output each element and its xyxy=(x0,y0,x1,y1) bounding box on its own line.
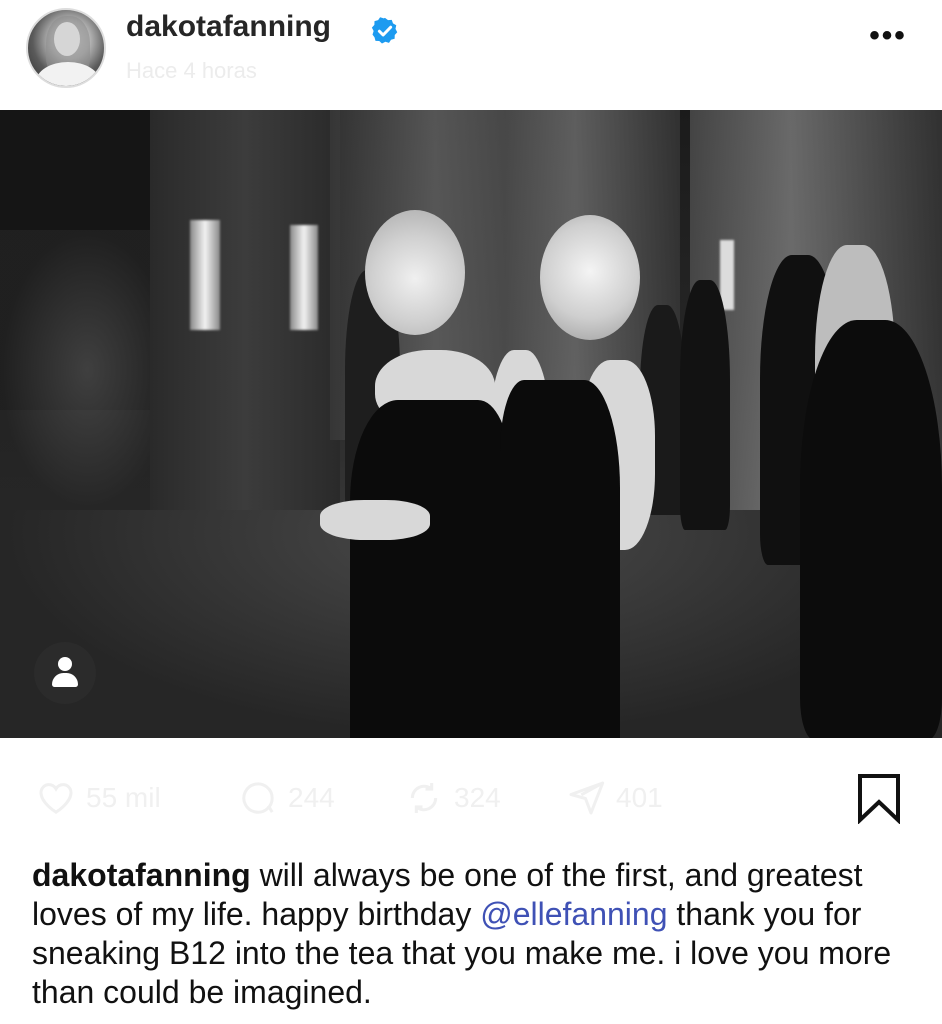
bookmark-icon[interactable] xyxy=(854,772,904,824)
share-count: 401 xyxy=(616,782,663,813)
comment-icon xyxy=(242,782,274,814)
comment-button[interactable]: 244 xyxy=(238,778,335,818)
caption-mention[interactable]: @ellefanning xyxy=(480,896,667,932)
like-count: 55 mil xyxy=(86,782,161,813)
post-timestamp: Hace 4 horas xyxy=(126,58,257,83)
more-icon[interactable]: ••• xyxy=(866,21,910,56)
heart-icon xyxy=(39,783,73,814)
post-caption: dakotafanning will always be one of the … xyxy=(32,856,912,1012)
background-trees xyxy=(0,230,175,510)
background-guest xyxy=(800,320,942,738)
caption-username[interactable]: dakotafanning xyxy=(32,857,251,893)
tag-person-head xyxy=(58,657,72,671)
subject-left xyxy=(280,200,550,738)
post-header: dakotafanning Hace 4 horas ••• xyxy=(0,0,942,110)
subject-right xyxy=(490,210,670,738)
avatar-face xyxy=(54,22,80,56)
tag-person-icon[interactable] xyxy=(34,642,96,704)
share-button[interactable]: 401 xyxy=(566,778,663,818)
post-photo[interactable] xyxy=(0,110,942,738)
wall-lamp xyxy=(190,220,220,330)
repost-button[interactable]: 324 xyxy=(404,778,501,818)
username[interactable]: dakotafanning xyxy=(126,10,331,44)
share-icon xyxy=(569,781,605,815)
repost-count: 324 xyxy=(454,782,501,813)
actions-row: 55 mil 244 324 401 xyxy=(0,738,942,848)
avatar-shoulder xyxy=(36,62,100,86)
verified-icon xyxy=(371,17,398,44)
like-button[interactable]: 55 mil xyxy=(36,778,161,818)
comment-count: 244 xyxy=(288,782,335,813)
repost-icon xyxy=(410,783,438,813)
avatar[interactable] xyxy=(26,8,106,88)
tag-person-body xyxy=(52,673,78,687)
background-guest xyxy=(680,280,730,530)
